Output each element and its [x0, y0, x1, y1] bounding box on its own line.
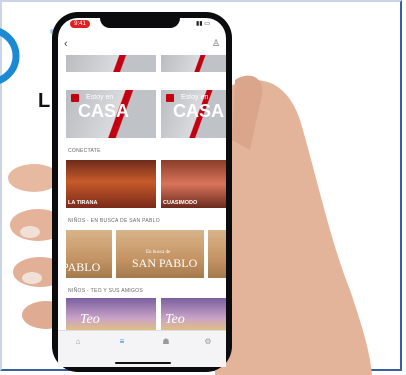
video-title: PABLO [66, 260, 101, 274]
video-title: Teo [165, 312, 185, 327]
user-icon[interactable]: ♙ [212, 38, 220, 49]
video-tile[interactable] [208, 230, 226, 278]
video-title: SAN PABLO [132, 256, 198, 270]
community-icon[interactable]: ☗ [154, 337, 178, 346]
home-icon[interactable]: ⌂ [66, 337, 90, 346]
list-icon[interactable]: ≡ [110, 337, 134, 346]
video-caption: CUASIMODO [163, 200, 198, 206]
video-tile[interactable]: PABLO [66, 230, 112, 278]
video-caption: LA TIRANA [68, 200, 98, 206]
video-tile[interactable]: En busca de SAN PABLO [116, 230, 204, 278]
video-tile[interactable]: Teo [66, 298, 156, 332]
settings-icon[interactable]: ⚙ [196, 337, 220, 346]
video-title: Teo [80, 312, 100, 327]
tile-title: CASA [173, 101, 225, 121]
status-time: 9:41 [70, 20, 90, 28]
video-subtitle: En busca de [146, 250, 171, 255]
estoy-en-casa-tile[interactable]: Estoy en CASA [66, 90, 156, 138]
chevron-left-icon[interactable]: ‹ [64, 38, 68, 50]
video-tile[interactable]: LA TIRANA [66, 160, 156, 208]
video-tile[interactable]: CUASIMODO [161, 160, 226, 208]
phone-notch [100, 14, 180, 28]
home-indicator [115, 362, 171, 364]
tile-subtitle: Estoy en [86, 94, 114, 101]
top-banner-tile[interactable] [161, 55, 226, 72]
signal-battery-icon: ▮▮ ▭ [196, 21, 210, 27]
video-tile[interactable]: Teo [161, 298, 226, 332]
section-label-conectate: CONECTATE [68, 148, 101, 154]
section-label-teo: NIÑOS - TEO Y SUS AMIGOS [68, 288, 143, 294]
top-banner-tile[interactable] [66, 55, 156, 72]
tile-subtitle: Estoy en [181, 94, 209, 101]
estoy-en-casa-tile[interactable]: Estoy en CASA [161, 90, 226, 138]
section-label-ninos: NIÑOS - EN BUSCA DE SAN PABLO [68, 218, 160, 224]
tile-title: CASA [78, 101, 130, 121]
